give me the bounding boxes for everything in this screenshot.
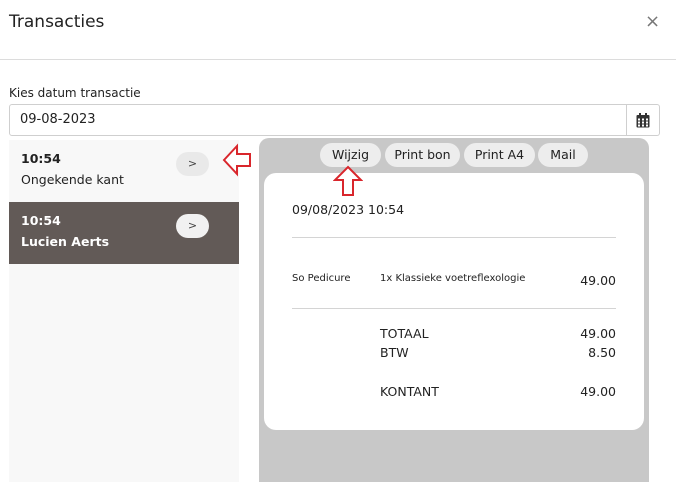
line-item-category: So Pedicure xyxy=(292,273,351,284)
header-divider xyxy=(0,59,676,60)
line-item-description: 1x Klassieke voetreflexologie xyxy=(380,273,526,284)
open-transaction-button[interactable]: > xyxy=(176,152,209,176)
print-a4-button[interactable]: Print A4 xyxy=(464,143,535,167)
dialog-title: Transacties xyxy=(9,12,105,32)
receipt-divider xyxy=(292,237,616,238)
calendar-button[interactable] xyxy=(627,104,660,136)
close-icon[interactable]: × xyxy=(645,11,660,32)
vat-label: BTW xyxy=(380,345,409,360)
receipt-divider xyxy=(292,308,616,309)
wijzig-button[interactable]: Wijzig xyxy=(320,143,381,167)
transaction-item-selected[interactable]: 10:54 Lucien Aerts > xyxy=(9,202,239,264)
date-input[interactable]: 09-08-2023 xyxy=(9,104,627,136)
date-label: Kies datum transactie xyxy=(9,86,141,100)
total-amount: 49.00 xyxy=(580,326,616,341)
mail-button[interactable]: Mail xyxy=(538,143,588,167)
payment-label: KONTANT xyxy=(380,384,439,399)
payment-amount: 49.00 xyxy=(580,384,616,399)
print-bon-button[interactable]: Print bon xyxy=(385,143,460,167)
receipt-card: 09/08/2023 10:54 So Pedicure 1x Klassiek… xyxy=(264,173,644,430)
receipt-datetime: 09/08/2023 10:54 xyxy=(292,202,405,217)
left-arrow-annotation-icon xyxy=(222,143,251,177)
calendar-icon xyxy=(636,112,650,127)
line-item-amount: 49.00 xyxy=(580,273,616,288)
up-arrow-annotation-icon xyxy=(333,165,363,196)
open-transaction-button[interactable]: > xyxy=(176,214,209,238)
transaction-item[interactable]: 10:54 Ongekende kant > xyxy=(9,140,239,202)
total-label: TOTAAL xyxy=(380,326,429,341)
vat-amount: 8.50 xyxy=(588,345,616,360)
